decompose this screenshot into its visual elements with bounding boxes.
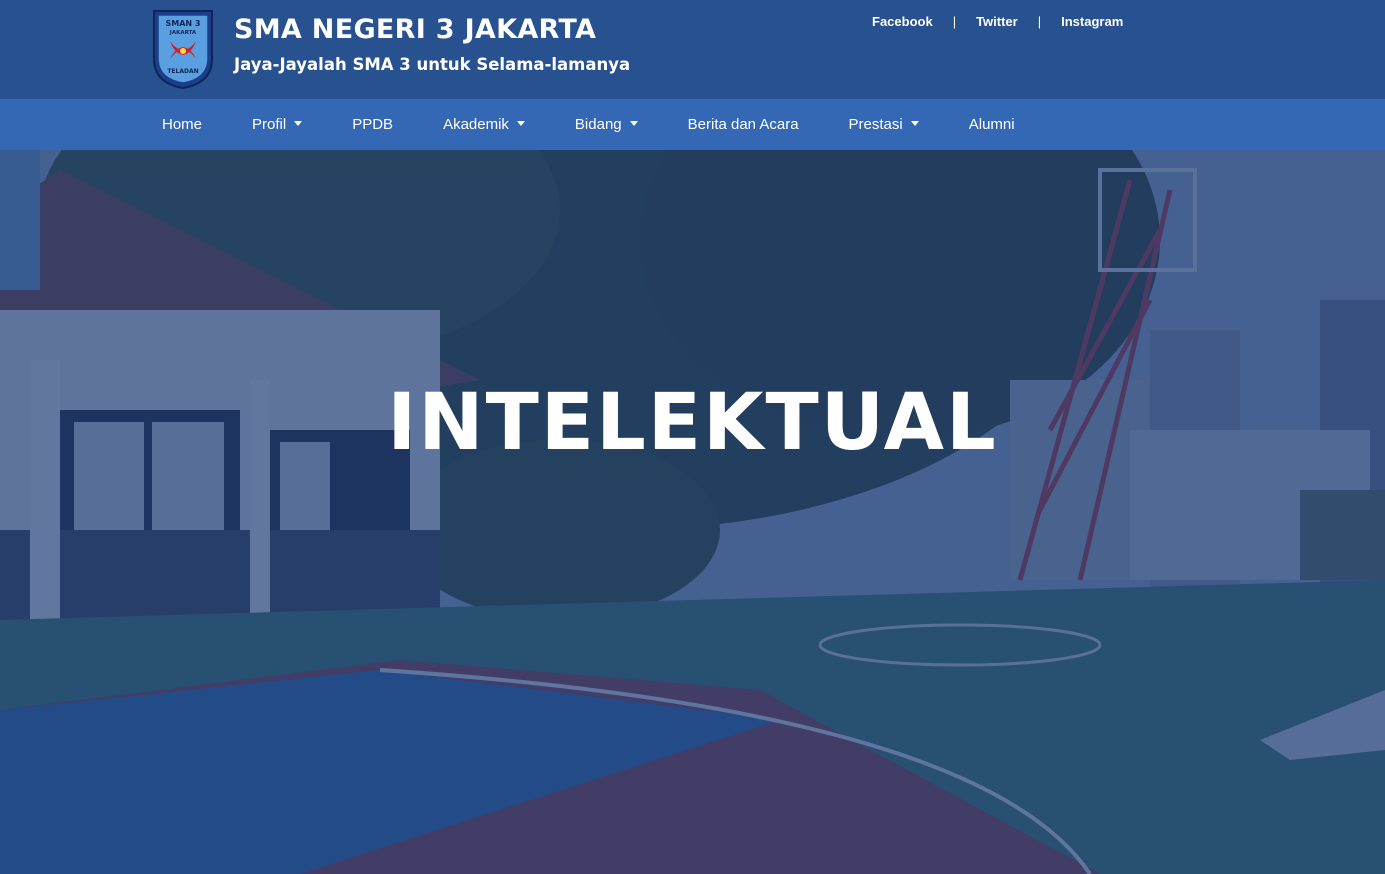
nav-item-akademik[interactable]: Akademik <box>418 99 550 150</box>
hero-title: INTELEKTUAL <box>387 378 998 468</box>
caret-down-icon <box>294 121 303 126</box>
caret-down-icon <box>910 121 919 126</box>
site-title[interactable]: SMA NEGERI 3 JAKARTA <box>234 14 596 45</box>
nav-item-label: Bidang <box>574 116 622 133</box>
hero-banner: INTELEKTUAL <box>0 150 1385 874</box>
logo-mid-text: JAKARTA <box>169 30 197 36</box>
facebook-link[interactable]: Facebook <box>872 14 933 29</box>
nav-item-profil[interactable]: Profil <box>227 99 327 150</box>
nav-item-berita-dan-acara[interactable]: Berita dan Acara <box>663 99 824 150</box>
nav-item-label: Akademik <box>443 116 509 133</box>
nav-item-alumni[interactable]: Alumni <box>944 99 1040 150</box>
nav-item-label: Prestasi <box>848 116 903 133</box>
nav-item-label: Home <box>162 116 203 133</box>
nav-item-ppdb[interactable]: PPDB <box>327 99 418 150</box>
nav-item-label: Berita dan Acara <box>687 116 799 133</box>
nav-item-label: Profil <box>252 116 287 133</box>
social-separator: | <box>952 13 957 29</box>
logo-top-text: SMAN 3 <box>166 19 201 28</box>
social-separator: | <box>1037 13 1042 29</box>
nav-item-label: PPDB <box>352 116 394 133</box>
logo-bottom-text: TELADAN <box>167 68 198 75</box>
nav-item-prestasi[interactable]: Prestasi <box>824 99 944 150</box>
hero-background-image <box>0 150 1385 874</box>
nav-list: Home Profil PPDB Akademik Bidang Berita … <box>137 99 1040 150</box>
school-crest-icon: SMAN 3 JAKARTA TELADAN <box>153 10 213 90</box>
main-nav: Home Profil PPDB Akademik Bidang Berita … <box>0 99 1385 150</box>
social-links: Facebook | Twitter | Instagram <box>872 12 1123 30</box>
twitter-link[interactable]: Twitter <box>976 14 1018 29</box>
caret-down-icon <box>516 121 525 126</box>
school-logo[interactable]: SMAN 3 JAKARTA TELADAN <box>152 9 214 90</box>
site-subtitle: Jaya-Jayalah SMA 3 untuk Selama-lamanya <box>234 55 631 74</box>
nav-item-label: Alumni <box>968 116 1015 133</box>
nav-item-bidang[interactable]: Bidang <box>550 99 663 150</box>
site-header: SMAN 3 JAKARTA TELADAN SMA NEGERI 3 JAKA… <box>0 0 1385 99</box>
caret-down-icon <box>629 121 638 126</box>
nav-item-home[interactable]: Home <box>137 99 227 150</box>
instagram-link[interactable]: Instagram <box>1061 14 1123 29</box>
